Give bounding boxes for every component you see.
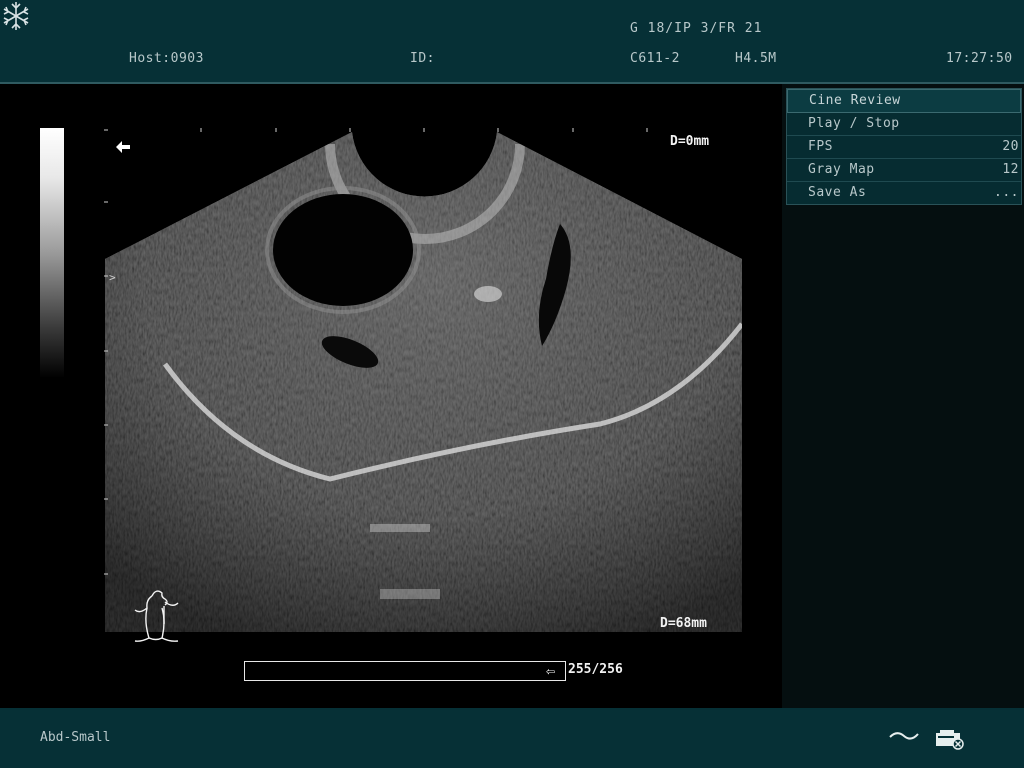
menu-title: Cine Review [787, 89, 1021, 113]
echogenic-focus [474, 286, 502, 302]
depth-top-label: D=0mm [670, 134, 710, 149]
menu-item-label: Save As [808, 185, 867, 200]
menu-item-label: FPS [808, 139, 833, 154]
menu-item-label: Gray Map [808, 162, 875, 177]
menu-item-label: Play / Stop [808, 116, 900, 131]
clock: 17:27:50 [946, 51, 1013, 66]
menu-item-value: 20 [1002, 139, 1019, 154]
exam-preset[interactable]: Abd-Small [40, 730, 110, 745]
footer-bar: Abd-Small [0, 708, 1024, 768]
depth-shading [105, 132, 742, 632]
image-viewport[interactable]: > D=0mm D=68mm ⇦ 255/256 [0, 84, 782, 708]
depth-bottom-label: D=68mm [660, 616, 707, 631]
orientation-marker: > [109, 271, 116, 284]
cine-frame-counter: 255/256 [568, 662, 623, 677]
printer-icon[interactable] [934, 728, 966, 750]
menu-item-save-as[interactable]: Save As ... [787, 182, 1021, 204]
menu-item-fps[interactable]: FPS 20 [787, 136, 1021, 159]
menu-item-gray-map[interactable]: Gray Map 12 [787, 159, 1021, 182]
menu-item-play-stop[interactable]: Play / Stop [787, 113, 1021, 136]
header-bar: Host:0903 ID: G 18/IP 3/FR 21 C611-2 H4.… [0, 0, 1024, 84]
host-label: Host:0903 [129, 51, 204, 66]
ultrasound-screen: Host:0903 ID: G 18/IP 3/FR 21 C611-2 H4.… [0, 0, 1024, 768]
patient-id-label: ID: [410, 51, 435, 66]
deep-echo-2 [380, 589, 440, 599]
cine-review-menu: Cine Review Play / Stop FPS 20 Gray Map … [786, 88, 1022, 205]
side-panel: Cine Review Play / Stop FPS 20 Gray Map … [782, 84, 1024, 708]
cyst-region [273, 194, 413, 306]
lateral-scale [200, 128, 648, 132]
cine-marker-icon[interactable]: ⇦ [546, 663, 564, 679]
gain-params: G 18/IP 3/FR 21 [630, 21, 763, 36]
menu-item-value: ... [994, 185, 1019, 200]
deep-echo-1 [370, 524, 430, 532]
ultrasound-image: > [104, 128, 742, 642]
cine-progress-fill [245, 662, 564, 680]
orientation-arrow-icon [116, 141, 130, 153]
frequency-label: H4.5M [735, 51, 777, 66]
menu-item-value: 12 [1002, 162, 1019, 177]
wave-icon[interactable] [888, 726, 920, 746]
cine-progress-bar[interactable] [244, 661, 566, 681]
probe-name: C611-2 [630, 51, 680, 66]
snowflake-icon[interactable] [0, 0, 32, 32]
